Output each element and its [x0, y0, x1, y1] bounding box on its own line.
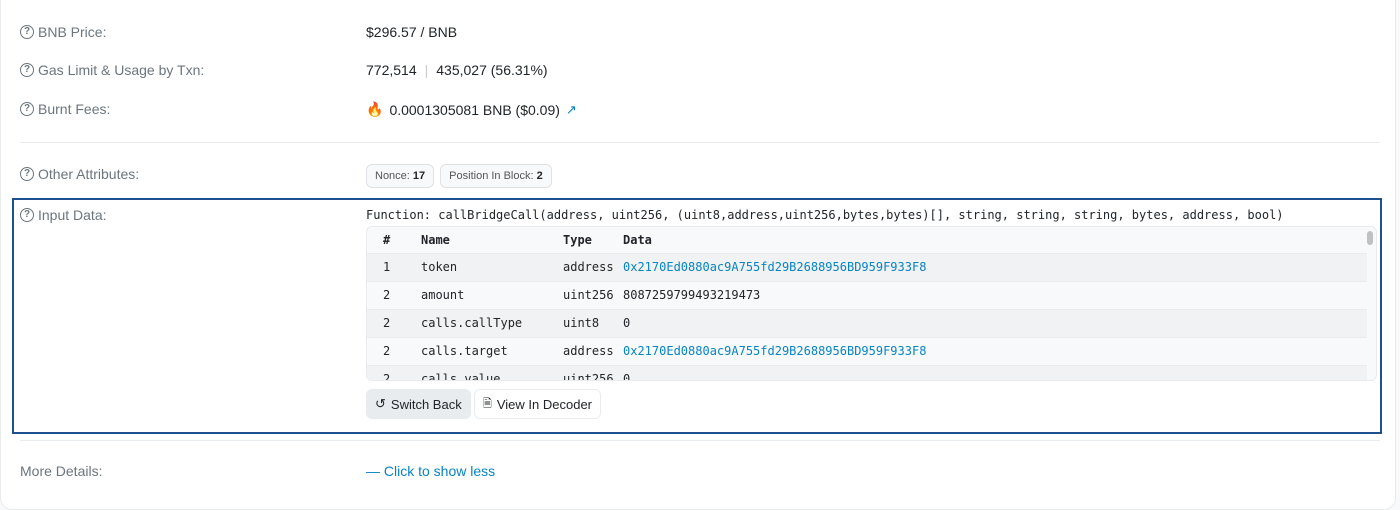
- fire-icon: 🔥: [366, 101, 384, 117]
- row-index: 2: [367, 280, 421, 309]
- row-index: 2: [367, 336, 421, 365]
- other-attributes-label: ? Other Attributes:: [20, 166, 139, 182]
- gas-value: 772,514 | 435,027 (56.31%): [366, 62, 548, 78]
- param-type: address: [563, 252, 623, 281]
- nonce-label: Nonce:: [375, 170, 410, 182]
- param-name: amount: [421, 280, 563, 309]
- param-name: calls.value: [421, 364, 563, 380]
- header-index: #: [383, 232, 391, 247]
- gas-limit: 772,514: [366, 62, 417, 78]
- label-text: BNB Price:: [38, 24, 107, 40]
- param-name: calls.callType: [421, 308, 563, 337]
- param-name: token: [421, 252, 563, 281]
- divider: [20, 440, 1380, 441]
- label-text: Gas Limit & Usage by Txn:: [38, 62, 205, 78]
- external-link-icon[interactable]: ↗: [566, 102, 577, 118]
- burnt-fees-amount: 0.0001305081 BNB ($0.09): [389, 101, 560, 118]
- label-text: Burnt Fees:: [38, 101, 111, 117]
- label-text: Other Attributes:: [38, 166, 140, 182]
- switch-back-button[interactable]: ↺ Switch Back: [366, 389, 471, 419]
- question-icon[interactable]: ?: [20, 25, 34, 39]
- view-in-decoder-button[interactable]: 🗎 View In Decoder: [474, 389, 602, 419]
- table-row: 2 calls.target address 0x2170Ed0880ac9A755f…: [367, 336, 1367, 365]
- position-badge: Position In Block: 2: [440, 164, 552, 188]
- more-details-label: More Details:: [20, 463, 103, 479]
- nonce-value: 17: [412, 170, 426, 182]
- separator: |: [424, 62, 429, 78]
- other-attributes-value: Nonce: 17 Position In Block: 2: [366, 164, 558, 188]
- decoded-input-table[interactable]: # Name Type Data 1 token address 0x2170Ed08…: [366, 226, 1377, 381]
- label-text: Input Data:: [38, 207, 107, 223]
- bnb-price-value: $296.57 / BNB: [366, 24, 458, 40]
- burnt-fees-label: ? Burnt Fees:: [20, 101, 110, 117]
- param-data: 0: [623, 308, 1367, 337]
- position-value: 2: [536, 170, 543, 182]
- document-icon: 🗎: [483, 397, 492, 410]
- nonce-badge: Nonce: 17: [366, 164, 435, 188]
- function-signature: Function: callBridgeCall(address, uint25…: [366, 208, 1284, 222]
- button-label: View In Decoder: [496, 396, 593, 412]
- question-icon[interactable]: ?: [20, 102, 34, 116]
- show-less-link[interactable]: — Click to show less: [366, 463, 495, 479]
- gas-label: ? Gas Limit & Usage by Txn:: [20, 62, 204, 78]
- table-row: 2 calls.value uint256 0: [367, 364, 1367, 380]
- button-label: Switch Back: [390, 396, 462, 412]
- row-index: 2: [367, 308, 421, 337]
- row-index: 2: [367, 364, 421, 380]
- param-data[interactable]: 0x2170Ed0880ac9A755fd29B2688956BD959F933…: [623, 336, 1367, 365]
- question-icon[interactable]: ?: [20, 167, 34, 181]
- bnb-price-label: ? BNB Price:: [20, 24, 106, 40]
- param-name: calls.target: [421, 336, 563, 365]
- param-type: uint256: [563, 280, 623, 309]
- param-data: 0: [623, 364, 1367, 380]
- input-data-label: ? Input Data:: [20, 207, 107, 223]
- table-row: 2 calls.callType uint8 0: [367, 308, 1367, 337]
- divider: [20, 142, 1380, 143]
- param-data: 8087259799493219473: [623, 280, 1367, 309]
- question-icon[interactable]: ?: [20, 208, 34, 222]
- burnt-fees-value: 🔥 0.0001305081 BNB ($0.09) ↗: [366, 101, 577, 118]
- param-type: uint8: [563, 308, 623, 337]
- gas-usage: 435,027 (56.31%): [436, 62, 548, 78]
- table-row: 1 token address 0x2170Ed0880ac9A755fd29B268…: [367, 252, 1367, 281]
- param-data[interactable]: 0x2170Ed0880ac9A755fd29B2688956BD959F933…: [623, 252, 1367, 281]
- param-type: address: [563, 336, 623, 365]
- question-icon[interactable]: ?: [20, 63, 34, 77]
- header-type: Type: [563, 232, 592, 247]
- position-label: Position In Block:: [449, 170, 534, 182]
- header-data: Data: [623, 232, 652, 247]
- table-header: # Name Type Data: [367, 227, 1367, 253]
- row-index: 1: [367, 252, 421, 281]
- param-type: uint256: [563, 364, 623, 380]
- table-row: 2 amount uint256 8087259799493219473: [367, 280, 1367, 309]
- undo-icon: ↺: [375, 396, 386, 411]
- scrollbar[interactable]: [1367, 231, 1373, 245]
- header-name: Name: [421, 232, 450, 247]
